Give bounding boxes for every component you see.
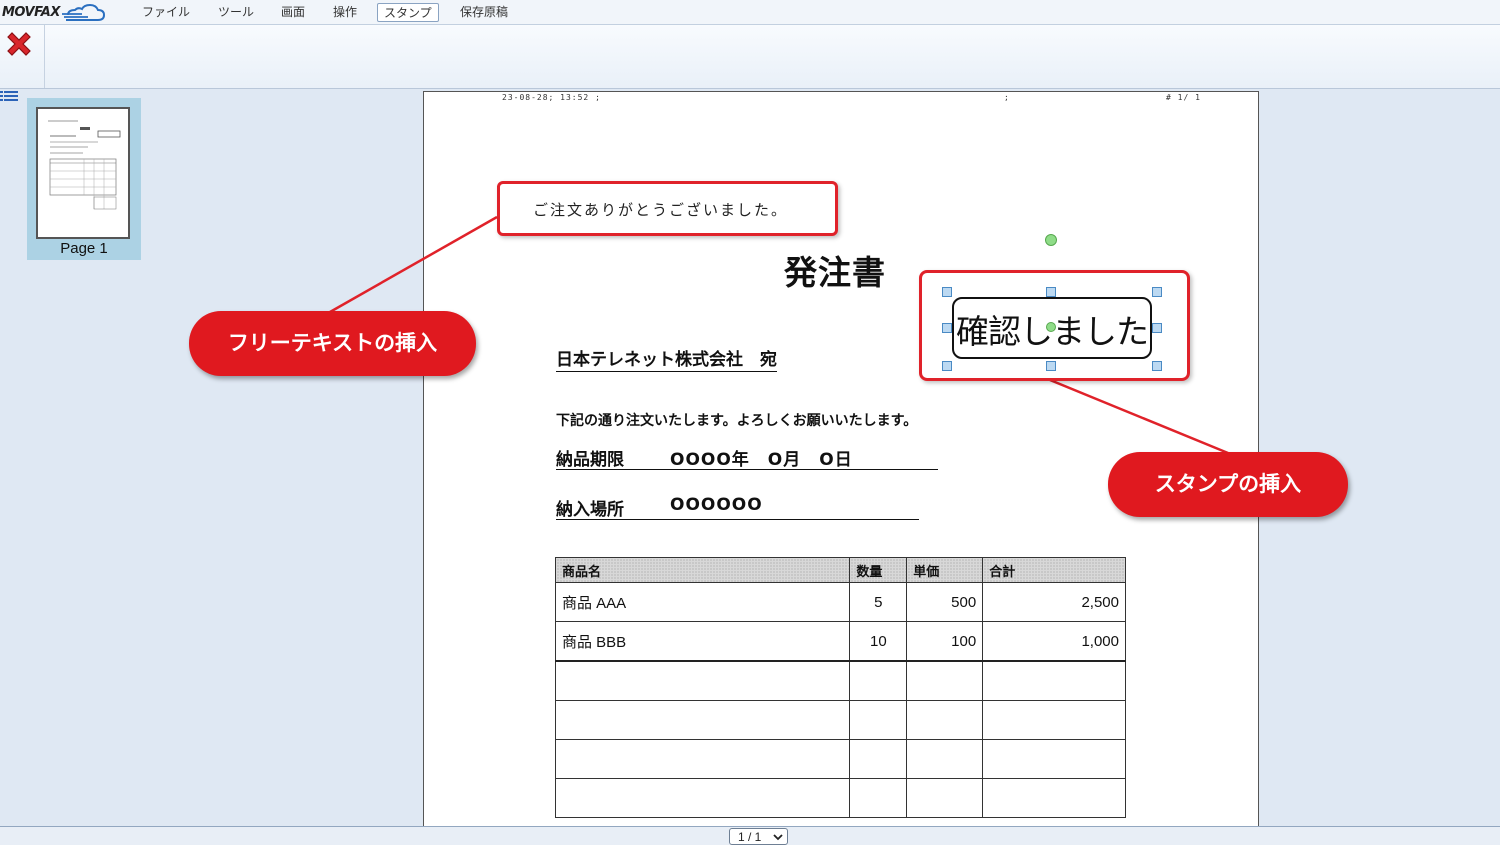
free-text-callout: フリーテキストの挿入 (189, 311, 476, 376)
chevron-down-icon (773, 834, 783, 841)
app-logo: MOVFAX (2, 3, 107, 23)
cell-total: 2,500 (982, 582, 1126, 622)
thumbnail-content-icon (48, 120, 121, 210)
table-header-row: 商品名 数量 単価 合計 (554, 557, 1126, 583)
order-message: 下記の通り注文いたします。よろしくお願いいたします。 (556, 413, 918, 429)
cell-price: 100 (906, 621, 984, 662)
menu-stamp[interactable]: スタンプ (377, 3, 439, 22)
menu-operation[interactable]: 操作 (327, 3, 363, 22)
menu-tools[interactable]: ツール (212, 3, 260, 22)
resize-handle-left[interactable] (942, 323, 952, 333)
rotate-handle[interactable] (1045, 234, 1057, 246)
order-table: 商品名 数量 単価 合計 商品 AAA 5 500 2,500 商品 BBB 1… (554, 557, 1126, 818)
menu-bar: MOVFAX ファイル ツール 画面 操作 スタンプ 保存原稿 (0, 0, 1500, 25)
free-text-annotation[interactable]: ご注文ありがとうございました。 (497, 181, 838, 236)
menu-file[interactable]: ファイル (136, 3, 196, 22)
menu-view[interactable]: 画面 (275, 3, 311, 22)
fax-header-middle: ; (1004, 93, 1010, 102)
menu-saved-drafts[interactable]: 保存原稿 (454, 3, 514, 22)
addressee: 日本テレネット株式会社 宛 (556, 345, 777, 372)
free-text-content: ご注文ありがとうございました。 (533, 201, 789, 219)
list-icon[interactable] (0, 90, 18, 104)
cell-qty: 10 (849, 621, 908, 662)
delivery-deadline-field: 納品期限 OOOO年 O月 O日 (556, 445, 938, 470)
toolbar-separator (44, 25, 45, 88)
header-qty: 数量 (849, 557, 908, 583)
delivery-deadline-value: OOOO年 O月 O日 (670, 450, 853, 470)
delivery-deadline-label: 納品期限 (556, 450, 624, 470)
center-handle[interactable] (1046, 322, 1056, 332)
cell-product: 商品 AAA (554, 582, 851, 622)
cell-total: 1,000 (982, 621, 1126, 662)
resize-handle-top-left[interactable] (942, 287, 952, 297)
delivery-place-field: 納入場所 OOOOOO (556, 495, 919, 520)
table-row-empty (554, 700, 1126, 740)
document-title: 発注書 (784, 253, 886, 292)
cloud-logo-icon (62, 3, 106, 21)
logo-text: MOVFAX (2, 5, 60, 20)
page-thumbnail[interactable]: Page 1 (27, 98, 141, 260)
cell-product: 商品 BBB (554, 621, 851, 662)
stamp-callout: スタンプの挿入 (1108, 452, 1348, 517)
resize-handle-bottom-right[interactable] (1152, 361, 1162, 371)
delivery-place-value: OOOOOO (670, 495, 763, 515)
page-select-value: 1 / 1 (738, 830, 762, 844)
header-total: 合計 (982, 557, 1126, 583)
page-select[interactable]: 1 / 1 (729, 828, 788, 845)
header-price: 単価 (906, 557, 984, 583)
resize-handle-top-right[interactable] (1152, 287, 1162, 297)
close-icon[interactable] (3, 30, 35, 62)
table-row: 商品 BBB 10 100 1,000 (554, 621, 1126, 662)
thumbnail-preview (36, 107, 130, 239)
resize-handle-right[interactable] (1152, 323, 1162, 333)
resize-handle-bottom[interactable] (1046, 361, 1056, 371)
table-row: 商品 AAA 5 500 2,500 (554, 582, 1126, 622)
cell-qty: 5 (849, 582, 908, 622)
thumbnail-label: Page 1 (60, 240, 108, 257)
cell-price: 500 (906, 582, 984, 622)
table-row-empty (554, 739, 1126, 779)
header-product: 商品名 (554, 557, 851, 583)
table-row-empty (554, 660, 1126, 701)
table-row-empty (554, 778, 1126, 818)
fax-header-page: # 1/ 1 (1166, 93, 1201, 102)
fax-header-timestamp: 23-08-28; 13:52 ; (502, 93, 601, 102)
delivery-place-label: 納入場所 (556, 500, 624, 520)
resize-handle-top[interactable] (1046, 287, 1056, 297)
toolbar (0, 25, 1500, 89)
resize-handle-bottom-left[interactable] (942, 361, 952, 371)
